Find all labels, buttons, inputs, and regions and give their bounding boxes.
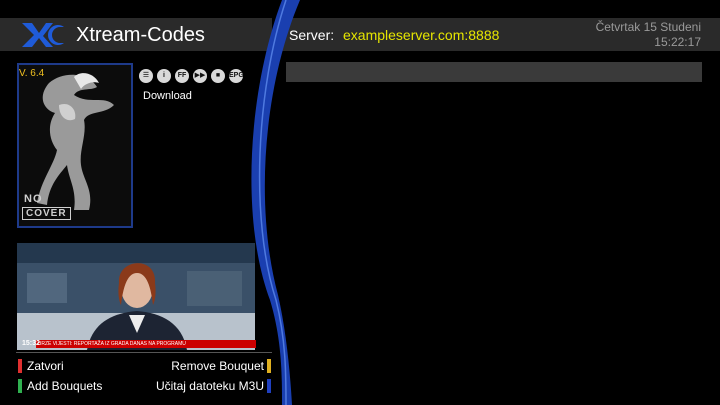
news-ticker: BRZE VIJESTI: REPORTAŽA IZ GRADA DANAS N…: [36, 340, 256, 348]
menu-icon[interactable]: ☰: [139, 69, 153, 83]
date-display: Četvrtak 15 Studeni: [595, 20, 701, 34]
toolbar: ☰ i FF ▶▶ ■ EPG: [139, 69, 243, 83]
app-title: Xtream-Codes: [76, 24, 205, 46]
ticker-time: 15:32: [22, 340, 40, 347]
ffw-icon[interactable]: FF: [175, 69, 189, 83]
red-key-icon: [18, 359, 22, 373]
load-m3u-action[interactable]: Učitaj datoteku M3U: [156, 379, 264, 393]
legend-separator: [16, 352, 272, 353]
xc-logo-icon: [22, 23, 64, 47]
blue-key-icon: [267, 379, 271, 393]
green-key-icon: [18, 379, 22, 393]
download-label: Download: [143, 90, 192, 102]
remove-bouquet-action[interactable]: Remove Bouquet: [171, 359, 264, 373]
cover-label: COVER: [22, 207, 71, 220]
rec-icon[interactable]: ▶▶: [193, 69, 207, 83]
close-action[interactable]: Zatvori: [27, 359, 64, 373]
server-label: Server:: [289, 27, 335, 43]
no-label: NO: [24, 193, 43, 205]
video-preview[interactable]: [17, 243, 255, 350]
info-icon[interactable]: i: [157, 69, 171, 83]
yellow-key-icon: [267, 359, 271, 373]
stop-icon[interactable]: ■: [211, 69, 225, 83]
channel-list-selection-bar[interactable]: [286, 62, 702, 82]
time-display: 15:22:17: [654, 35, 701, 49]
add-bouquets-action[interactable]: Add Bouquets: [27, 379, 102, 393]
epg-icon[interactable]: EPG: [229, 69, 243, 83]
server-value: exampleserver.com:8888: [343, 27, 500, 43]
version-label: V. 6.4: [19, 68, 45, 79]
newscaster-image: [17, 243, 255, 350]
